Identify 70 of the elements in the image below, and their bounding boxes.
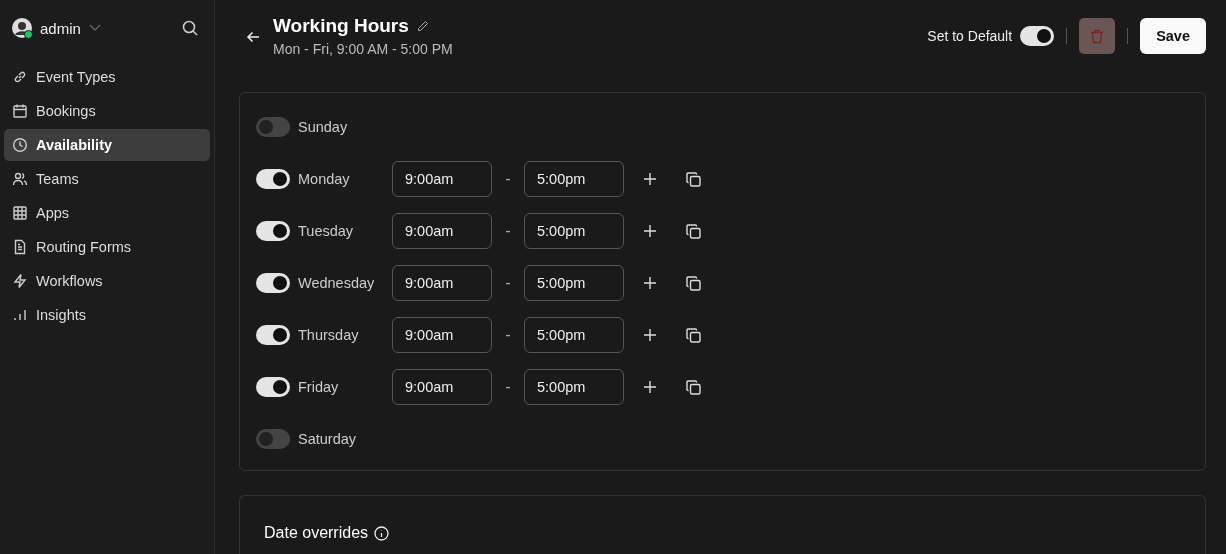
clock-icon	[12, 137, 28, 153]
nav-item[interactable]: Teams	[4, 163, 210, 195]
link-icon	[12, 69, 28, 85]
day-name: Sunday	[298, 119, 349, 135]
trash-icon	[1090, 28, 1105, 44]
chevron-down-icon[interactable]	[88, 24, 101, 32]
plus-icon[interactable]	[644, 381, 656, 393]
copy-icon[interactable]	[686, 223, 701, 239]
range-dash: -	[504, 274, 512, 292]
delete-button[interactable]	[1079, 18, 1116, 54]
section-title: Date overrides	[264, 524, 369, 542]
copy-icon[interactable]	[686, 171, 701, 187]
nav-item[interactable]: Workflows	[4, 265, 210, 297]
day-name: Friday	[298, 379, 340, 395]
day-toggle[interactable]	[256, 169, 290, 189]
day-toggle[interactable]	[256, 429, 290, 449]
nav-item[interactable]: Routing Forms	[4, 231, 210, 263]
avatar-icon[interactable]	[12, 18, 32, 38]
calendar-icon	[12, 103, 28, 119]
end-time-field[interactable]: 5:00pm	[524, 265, 624, 301]
day-toggle[interactable]	[256, 273, 290, 293]
copy-icon[interactable]	[686, 379, 701, 395]
start-time-field[interactable]: 9:00am	[392, 161, 492, 197]
end-time-field[interactable]: 5:00pm	[524, 369, 624, 405]
range-dash: -	[504, 222, 512, 240]
start-time-field[interactable]: 9:00am	[392, 369, 492, 405]
document-icon	[12, 239, 28, 255]
save-button[interactable]: Save	[1140, 18, 1206, 54]
end-time-field[interactable]: 5:00pm	[524, 213, 624, 249]
nav-item[interactable]: Availability	[4, 129, 210, 161]
day-toggle[interactable]	[256, 221, 290, 241]
nav-item[interactable]: Bookings	[4, 95, 210, 127]
start-time-field[interactable]: 9:00am	[392, 213, 492, 249]
copy-icon[interactable]	[686, 275, 701, 291]
default-label: Set to Default	[927, 28, 1013, 44]
plus-icon[interactable]	[644, 225, 656, 237]
start-time-field[interactable]: 9:00am	[392, 265, 492, 301]
nav-item[interactable]: Event Types	[4, 61, 210, 93]
plus-icon[interactable]	[644, 277, 656, 289]
default-toggle[interactable]	[1020, 26, 1055, 46]
pencil-icon[interactable]	[416, 20, 429, 32]
schedule-summary: Mon - Fri, 9:00 AM - 5:00 PM	[273, 41, 453, 57]
day-toggle[interactable]	[256, 377, 290, 397]
start-time-field[interactable]: 9:00am	[392, 317, 492, 353]
day-name: Monday	[298, 171, 351, 187]
end-time-field[interactable]: 5:00pm	[524, 161, 624, 197]
back-arrow-icon[interactable]	[246, 30, 260, 44]
day-name: Thursday	[298, 327, 360, 343]
people-icon	[12, 171, 28, 187]
day-toggle[interactable]	[256, 325, 290, 345]
day-name: Wednesday	[298, 275, 376, 291]
grid-icon	[12, 205, 28, 221]
user-name[interactable]: admin	[40, 19, 81, 37]
day-toggle[interactable]	[256, 117, 290, 137]
range-dash: -	[504, 378, 512, 396]
nav-item[interactable]: Apps	[4, 197, 210, 229]
info-icon[interactable]	[374, 525, 390, 541]
plus-icon[interactable]	[644, 329, 656, 341]
copy-icon[interactable]	[686, 327, 701, 343]
page-title: Working Hours	[273, 15, 409, 37]
nav-item[interactable]: Insights	[4, 299, 210, 331]
day-name: Tuesday	[298, 223, 355, 239]
plus-icon[interactable]	[644, 173, 656, 185]
range-dash: -	[504, 326, 512, 344]
lightning-icon	[12, 273, 28, 289]
range-dash: -	[504, 170, 512, 188]
bar-chart-icon	[12, 307, 28, 323]
search-icon[interactable]	[182, 20, 198, 36]
day-name: Saturday	[298, 431, 358, 447]
end-time-field[interactable]: 5:00pm	[524, 317, 624, 353]
